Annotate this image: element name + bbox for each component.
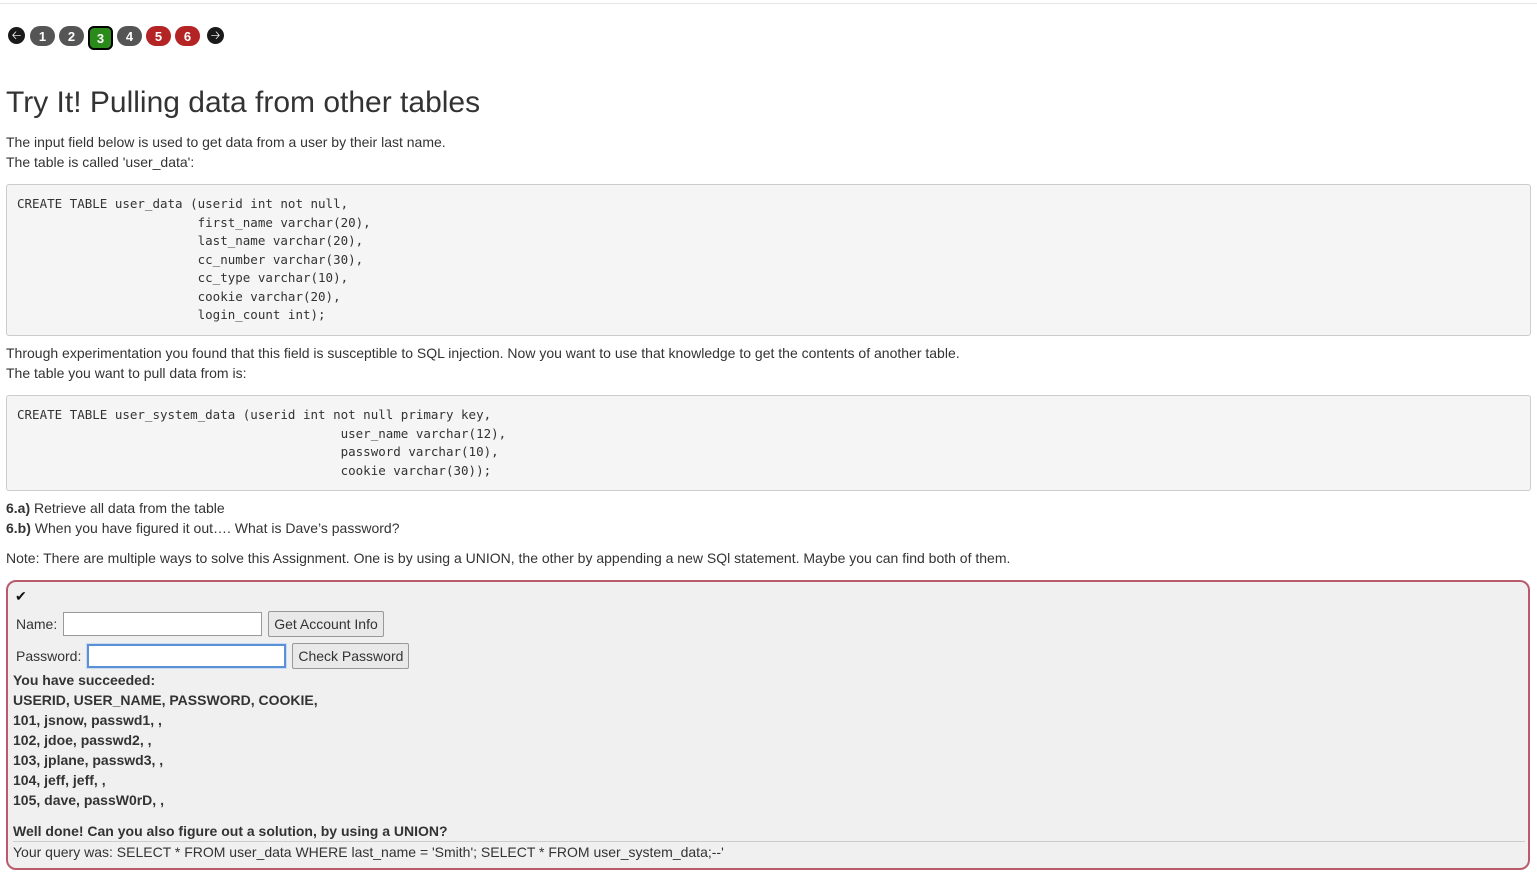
results-columns: USERID, USER_NAME, PASSWORD, COOKIE, [13,692,318,708]
attack-form-panel: ✔ Name: Get Account Info Password: Check… [6,580,1530,870]
task-b-label: 6.b) [6,520,31,536]
checkmark-icon: ✔ [15,588,27,604]
user-data-schema-code: CREATE TABLE user_data (userid int not n… [6,184,1531,336]
task-list: 6.a) Retrieve all data from the table 6.… [6,498,399,538]
user-system-data-schema-code: CREATE TABLE user_system_data (userid in… [6,395,1531,491]
page-link-5[interactable]: 5 [146,26,171,46]
result-row: 102, jdoe, passwd2, , [13,732,152,748]
result-row: 104, jeff, jeff, , [13,772,106,788]
arrow-left-icon[interactable]: 🡠 [8,26,25,44]
middle-line-1: Through experimentation you found that t… [6,345,960,361]
task-a-label: 6.a) [6,500,31,516]
name-input[interactable] [63,612,263,636]
page-link-1[interactable]: 1 [30,26,55,46]
note-text: Note: There are multiple ways to solve t… [6,550,1011,566]
page-title: Try It! Pulling data from other tables [6,86,481,119]
check-password-button[interactable]: Check Password [292,643,410,669]
task-a: 6.a) Retrieve all data from the table [6,498,399,518]
result-row: 103, jplane, passwd3, , [13,752,164,768]
query-output: Your query was: SELECT * FROM user_data … [13,844,724,860]
password-input[interactable] [86,643,288,669]
intro-line-2: The table is called 'user_data': [6,154,195,170]
task-b-text: When you have figured it out…. What is D… [30,520,400,536]
lesson-pager: 🡠 1 2 3 4 5 6 🡢 [8,26,224,50]
result-row: 105, dave, passW0rD, , [13,792,164,808]
page-list: 1 2 3 4 5 6 [30,26,204,50]
password-label: Password: [16,648,82,664]
page-link-3-current[interactable]: 3 [88,26,113,50]
task-a-text: Retrieve all data from the table [30,500,225,516]
page-link-6[interactable]: 6 [175,26,200,46]
result-row: 101, jsnow, passwd1, , [13,712,162,728]
middle-line-2: The table you want to pull data from is: [6,365,247,381]
page-link-4[interactable]: 4 [117,26,142,46]
name-row: Name: Get Account Info [16,611,384,637]
feedback-message: Well done! Can you also figure out a sol… [13,823,448,839]
middle-text: Through experimentation you found that t… [6,343,960,383]
page-link-2[interactable]: 2 [59,26,84,46]
task-b: 6.b) When you have figured it out…. What… [6,518,399,538]
top-divider [0,3,1537,4]
arrow-right-icon[interactable]: 🡢 [207,26,224,44]
get-account-info-button[interactable]: Get Account Info [268,611,384,637]
password-row: Password: Check Password [16,643,410,669]
results-heading: You have succeeded: [13,672,156,688]
results-output: You have succeeded: USERID, USER_NAME, P… [13,670,318,810]
intro-line-1: The input field below is used to get dat… [6,134,446,150]
name-label: Name: [16,616,58,632]
intro-text: The input field below is used to get dat… [6,132,446,172]
